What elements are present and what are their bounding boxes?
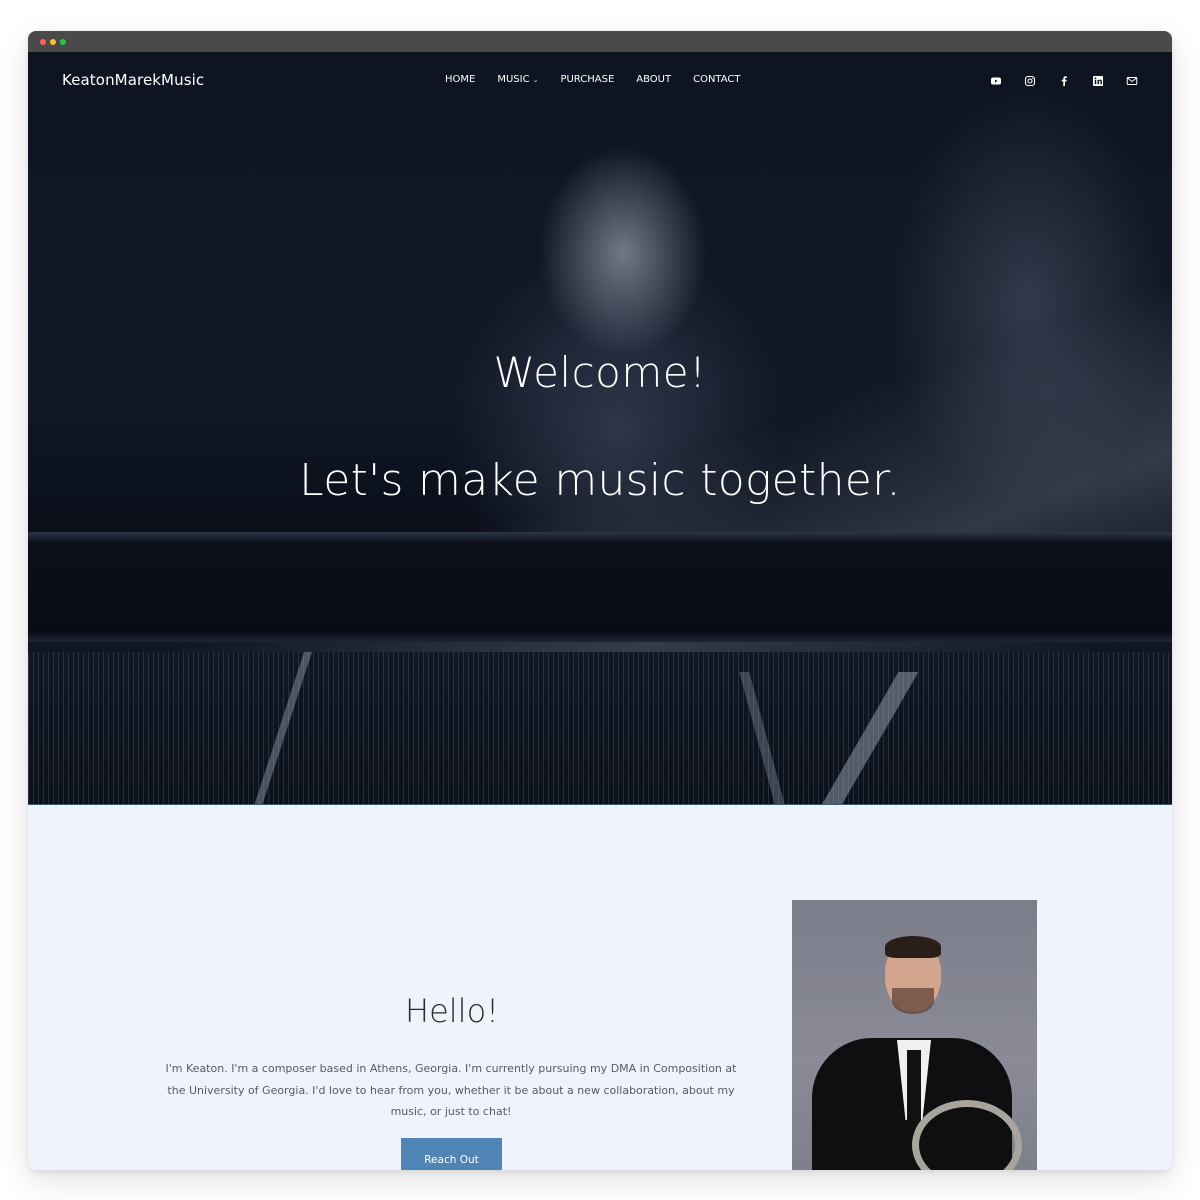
nav-item-label: HOME — [445, 74, 476, 85]
nav-item-home[interactable]: HOME — [445, 74, 475, 85]
portrait-photo — [792, 900, 1037, 1170]
nav-item-contact[interactable]: CONTACT — [693, 74, 740, 85]
hero-heading: Welcome! — [493, 348, 707, 397]
window-titlebar — [28, 31, 1172, 52]
facebook-icon[interactable] — [1057, 74, 1071, 88]
hero-section: KeatonMarekMusic HOME MUSIC ⌄ PURCHASE AB… — [28, 52, 1172, 805]
maximize-window-button[interactable] — [60, 38, 66, 45]
nav-item-label: MUSIC — [497, 74, 530, 85]
chevron-down-icon: ⌄ — [532, 75, 539, 84]
about-section: Hello! I'm Keaton. I'm a composer based … — [28, 805, 1172, 1170]
reach-out-button[interactable]: Reach Out — [401, 1138, 502, 1170]
portrait-hair-graphic — [885, 936, 941, 958]
minimize-window-button[interactable] — [50, 38, 56, 45]
social-links — [989, 74, 1139, 88]
about-bio: I'm Keaton. I'm a composer based in Athe… — [165, 1062, 737, 1118]
instagram-icon[interactable] — [1023, 74, 1037, 88]
linkedin-icon[interactable] — [1091, 74, 1105, 88]
main-navigation: KeatonMarekMusic HOME MUSIC ⌄ PURCHASE AB… — [28, 52, 1172, 110]
hero-tagline: Let's make music together. — [299, 455, 901, 506]
portrait-beard-graphic — [892, 988, 934, 1014]
piano-lid-graphic — [28, 532, 1172, 642]
piano-strings-graphic — [28, 652, 1172, 804]
nav-menu: HOME MUSIC ⌄ PURCHASE ABOUT CONTACT — [445, 74, 763, 85]
about-heading: Hello! — [405, 992, 499, 1030]
nav-item-purchase[interactable]: PURCHASE — [560, 74, 614, 85]
nav-item-label: PURCHASE — [560, 74, 615, 85]
mail-icon[interactable] — [1125, 74, 1139, 88]
portrait-tie-graphic — [907, 1050, 921, 1130]
nav-item-label: CONTACT — [693, 74, 741, 85]
nav-item-music[interactable]: MUSIC ⌄ — [497, 74, 538, 85]
nav-item-label: ABOUT — [636, 74, 672, 85]
nav-item-about[interactable]: ABOUT — [636, 74, 671, 85]
youtube-icon[interactable] — [989, 74, 1003, 88]
browser-window: KeatonMarekMusic HOME MUSIC ⌄ PURCHASE AB… — [28, 31, 1172, 1170]
close-window-button[interactable] — [40, 38, 46, 45]
site-logo[interactable]: KeatonMarekMusic — [62, 71, 204, 89]
